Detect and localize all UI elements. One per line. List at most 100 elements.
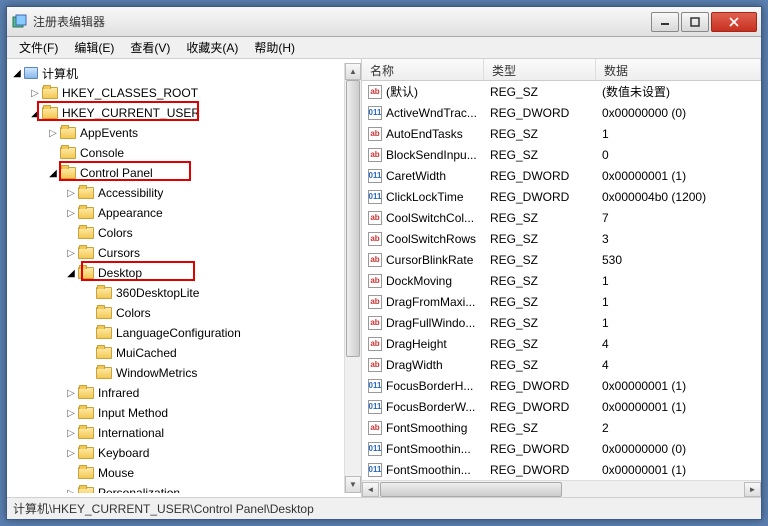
registry-value-row[interactable]: 011FontSmoothin...REG_DWORD0x00000000 (0… — [362, 438, 761, 459]
tree-node-appevents[interactable]: ▷AppEvents — [7, 123, 344, 143]
registry-value-row[interactable]: abDragFromMaxi...REG_SZ1 — [362, 291, 761, 312]
tree-label: International — [98, 426, 164, 440]
string-value-icon: ab — [368, 337, 382, 351]
close-button[interactable] — [711, 12, 757, 32]
registry-value-row[interactable]: ab(默认)REG_SZ(数值未设置) — [362, 81, 761, 102]
maximize-button[interactable] — [681, 12, 709, 32]
registry-value-row[interactable]: 011FocusBorderH...REG_DWORD0x00000001 (1… — [362, 375, 761, 396]
value-data: 3 — [596, 230, 761, 248]
list-header[interactable]: 名称 类型 数据 — [362, 59, 761, 81]
collapse-arrow-icon[interactable]: ◢ — [47, 167, 59, 179]
registry-value-row[interactable]: 011FocusBorderW...REG_DWORD0x00000001 (1… — [362, 396, 761, 417]
menu-view[interactable]: 查看(V) — [122, 37, 178, 58]
registry-value-row[interactable]: 011FontSmoothin...REG_DWORD0x00000001 (1… — [362, 459, 761, 480]
tree-node-muicached[interactable]: MuiCached — [7, 343, 344, 363]
tree-label: HKEY_CURRENT_USER — [62, 106, 200, 120]
folder-icon — [78, 247, 94, 259]
hscroll-track[interactable] — [380, 482, 743, 497]
value-name: (默认) — [386, 83, 418, 100]
tree-label: Colors — [98, 226, 133, 240]
registry-value-row[interactable]: abFontSmoothingREG_SZ2 — [362, 417, 761, 438]
tree-node-desktop[interactable]: ◢Desktop — [7, 263, 344, 283]
value-name: DragFromMaxi... — [386, 295, 475, 309]
tree-node-input-method[interactable]: ▷ Input Method — [7, 403, 344, 423]
tree-node-cursors[interactable]: ▷Cursors — [7, 243, 344, 263]
expand-arrow-icon[interactable]: ▷ — [65, 187, 77, 199]
tree-node-personalization[interactable]: ▷Personalization — [7, 483, 344, 493]
folder-icon — [78, 487, 94, 493]
collapse-arrow-icon[interactable]: ◢ — [11, 67, 23, 79]
tree-node-console[interactable]: Console — [7, 143, 344, 163]
expand-arrow-icon[interactable]: ▷ — [65, 447, 77, 459]
registry-value-row[interactable]: abDockMovingREG_SZ1 — [362, 270, 761, 291]
collapse-arrow-icon[interactable]: ◢ — [29, 107, 41, 119]
registry-value-row[interactable]: abDragFullWindo...REG_SZ1 — [362, 312, 761, 333]
scroll-right-button[interactable]: ► — [744, 482, 761, 497]
expand-arrow-icon[interactable]: ▷ — [65, 427, 77, 439]
registry-value-row[interactable]: 011ActiveWndTrac...REG_DWORD0x00000000 (… — [362, 102, 761, 123]
tree-node-accessibility[interactable]: ▷Accessibility — [7, 183, 344, 203]
registry-value-row[interactable]: abAutoEndTasksREG_SZ1 — [362, 123, 761, 144]
expand-arrow-icon[interactable]: ▷ — [65, 487, 77, 493]
tree-node-hkey-current-user[interactable]: ◢ HKEY_CURRENT_USER — [7, 103, 344, 123]
scroll-left-button[interactable]: ◄ — [362, 482, 379, 497]
value-name: DragFullWindo... — [386, 316, 475, 330]
column-header-data[interactable]: 数据 — [596, 59, 761, 80]
string-value-icon: ab — [368, 127, 382, 141]
tree-node-colors[interactable]: Colors — [7, 303, 344, 323]
tree-node-keyboard[interactable]: ▷Keyboard — [7, 443, 344, 463]
column-header-type[interactable]: 类型 — [484, 59, 596, 80]
tree-node-appearance[interactable]: ▷Appearance — [7, 203, 344, 223]
tree-vertical-scrollbar[interactable]: ▲ ▼ — [344, 63, 361, 493]
tree-node-hkey-classes-root[interactable]: ▷HKEY_CLASSES_ROOT — [7, 83, 344, 103]
minimize-button[interactable] — [651, 12, 679, 32]
registry-value-row[interactable]: abDragHeightREG_SZ4 — [362, 333, 761, 354]
registry-value-row[interactable]: abCoolSwitchCol...REG_SZ7 — [362, 207, 761, 228]
menu-help[interactable]: 帮助(H) — [246, 37, 303, 58]
tree-node-control-panel[interactable]: ◢Control Panel — [7, 163, 344, 183]
expand-arrow-icon[interactable]: ▷ — [47, 127, 59, 139]
dword-value-icon: 011 — [368, 379, 382, 393]
menu-file[interactable]: 文件(F) — [11, 37, 66, 58]
expand-arrow-icon[interactable]: ▷ — [65, 407, 77, 419]
expand-arrow-icon[interactable]: ▷ — [65, 207, 77, 219]
tree-node-windowmetrics[interactable]: WindowMetrics — [7, 363, 344, 383]
registry-value-row[interactable]: abBlockSendInpu...REG_SZ0 — [362, 144, 761, 165]
registry-value-row[interactable]: 011CaretWidthREG_DWORD0x00000001 (1) — [362, 165, 761, 186]
no-arrow — [83, 367, 95, 379]
tree-node-colors[interactable]: Colors — [7, 223, 344, 243]
column-header-name[interactable]: 名称 — [362, 59, 484, 80]
hscroll-thumb[interactable] — [380, 482, 562, 497]
list-horizontal-scrollbar[interactable]: ◄ ► — [362, 480, 761, 497]
registry-value-row[interactable]: 011ClickLockTimeREG_DWORD0x000004b0 (120… — [362, 186, 761, 207]
tree-node--[interactable]: ◢计算机 — [7, 63, 344, 83]
registry-value-row[interactable]: abCursorBlinkRateREG_SZ530 — [362, 249, 761, 270]
tree-panel[interactable]: ◢计算机▷HKEY_CLASSES_ROOT ◢ HKEY_CURRENT_USER… — [7, 59, 362, 497]
value-type: REG_DWORD — [484, 377, 596, 395]
tree-label: Input Method — [98, 406, 168, 420]
tree-node-infrared[interactable]: ▷Infrared — [7, 383, 344, 403]
scroll-thumb[interactable] — [346, 80, 360, 357]
menu-edit[interactable]: 编辑(E) — [66, 37, 122, 58]
expand-arrow-icon[interactable]: ▷ — [65, 247, 77, 259]
menu-favorites[interactable]: 收藏夹(A) — [178, 37, 246, 58]
registry-value-row[interactable]: abDragWidthREG_SZ4 — [362, 354, 761, 375]
no-arrow — [83, 327, 95, 339]
scroll-down-button[interactable]: ▼ — [345, 476, 361, 493]
collapse-arrow-icon[interactable]: ◢ — [65, 267, 77, 279]
value-type: REG_DWORD — [484, 398, 596, 416]
tree-node-mouse[interactable]: Mouse — [7, 463, 344, 483]
expand-arrow-icon[interactable]: ▷ — [65, 387, 77, 399]
titlebar[interactable]: 注册表编辑器 — [7, 7, 761, 37]
folder-icon — [96, 367, 112, 379]
list-body[interactable]: ab(默认)REG_SZ(数值未设置)011ActiveWndTrac...RE… — [362, 81, 761, 480]
scroll-track[interactable] — [345, 80, 361, 476]
registry-value-row[interactable]: abCoolSwitchRowsREG_SZ3 — [362, 228, 761, 249]
dword-value-icon: 011 — [368, 169, 382, 183]
tree-node-languageconfiguration[interactable]: LanguageConfiguration — [7, 323, 344, 343]
expand-arrow-icon[interactable]: ▷ — [29, 87, 41, 99]
scroll-up-button[interactable]: ▲ — [345, 63, 361, 80]
tree-node-360desktoplite[interactable]: 360DesktopLite — [7, 283, 344, 303]
status-path: 计算机\HKEY_CURRENT_USER\Control Panel\Desk… — [13, 500, 314, 517]
tree-node-international[interactable]: ▷ International — [7, 423, 344, 443]
